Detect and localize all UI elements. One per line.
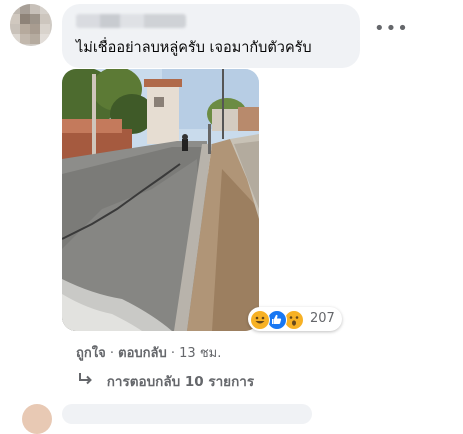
like-icon <box>267 310 287 330</box>
haha-icon <box>250 310 270 330</box>
reply-arrow-icon <box>78 372 94 390</box>
comment-photo[interactable] <box>62 69 259 331</box>
commenter-avatar[interactable] <box>10 4 52 46</box>
wow-icon <box>284 310 304 330</box>
reply-button[interactable]: ตอบกลับ <box>118 346 167 361</box>
author-name-redacted[interactable] <box>76 14 186 28</box>
next-comment-bubble <box>62 404 312 424</box>
comment-bubble: ไม่เชื่ออย่าลบหลู่ครับ เจอมากับตัวครับ <box>62 4 360 68</box>
separator: · <box>109 346 114 361</box>
reaction-count: 207 <box>310 311 335 326</box>
like-button[interactable]: ถูกใจ <box>76 346 106 361</box>
reaction-summary[interactable]: 207 <box>248 307 342 331</box>
replies-label: การตอบกลับ 10 รายการ <box>106 374 255 390</box>
more-options-icon[interactable]: ••• <box>374 20 409 38</box>
comment-actions: ถูกใจ · ตอบกลับ · 13 ชม. <box>76 342 221 363</box>
view-replies-link[interactable]: การตอบกลับ 10 รายการ <box>78 370 254 392</box>
comment-text: ไม่เชื่ออย่าลบหลู่ครับ เจอมากับตัวครับ <box>76 40 312 56</box>
separator: · <box>170 346 176 361</box>
comment-timestamp[interactable]: 13 ชม. <box>179 346 221 361</box>
